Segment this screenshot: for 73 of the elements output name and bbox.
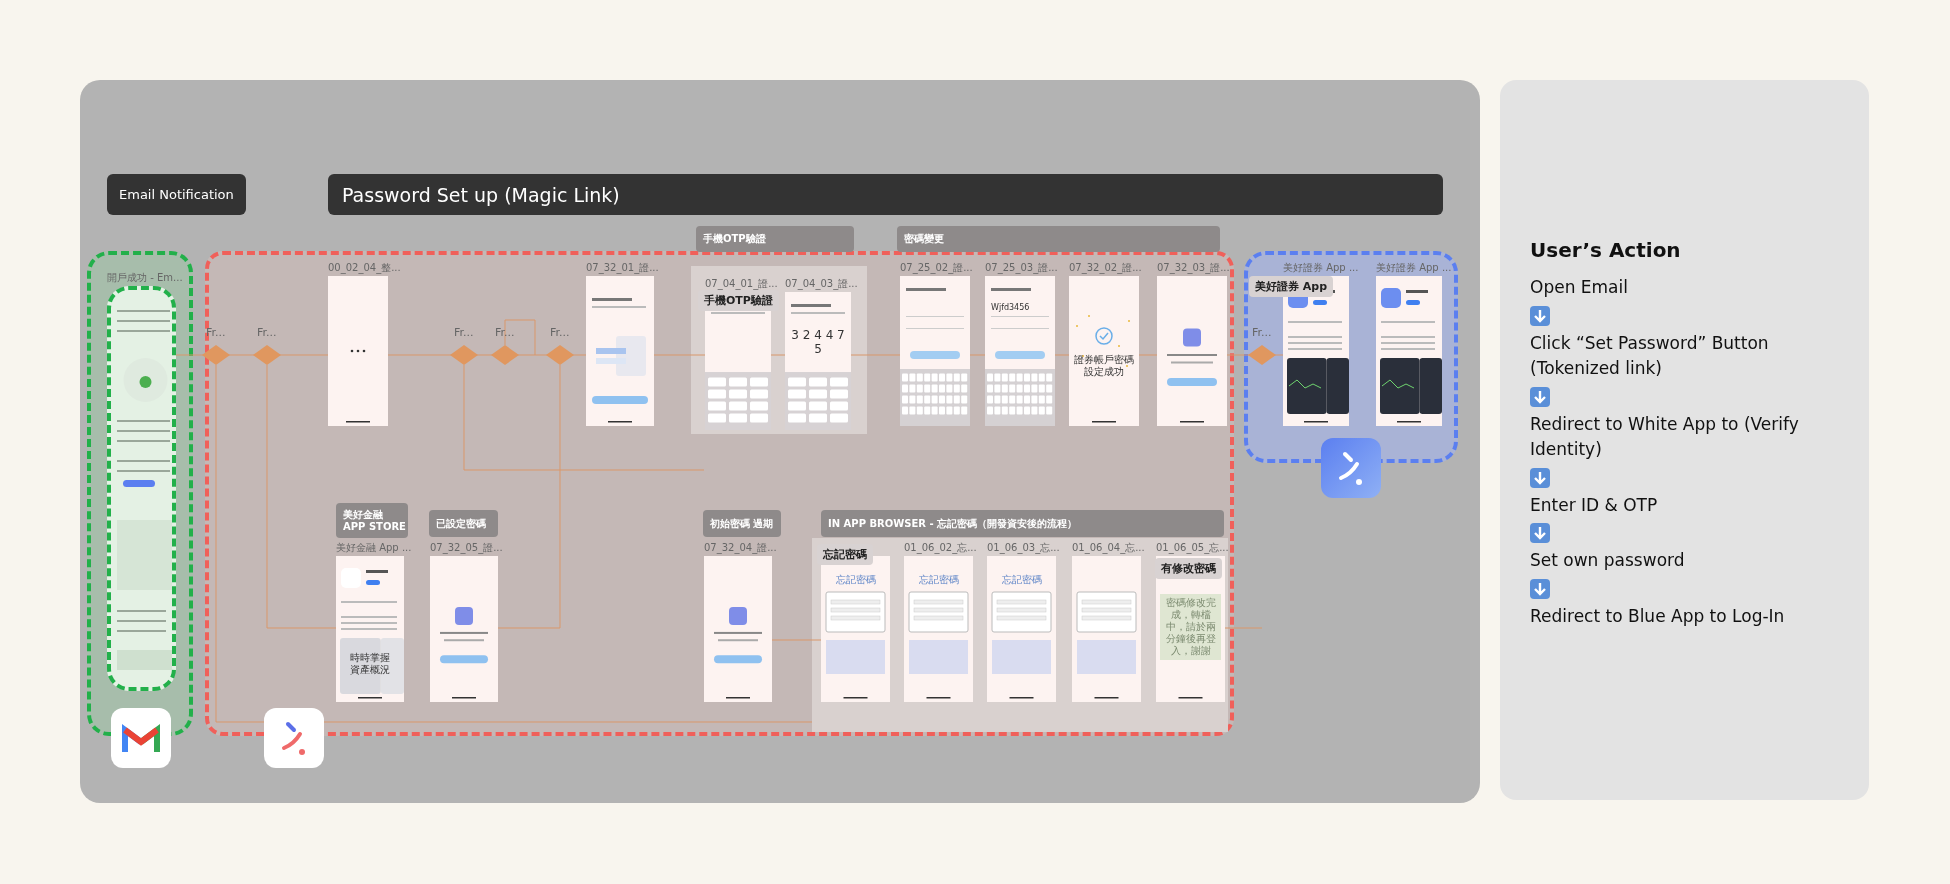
screen-text: 忘記密碼 — [835, 573, 876, 586]
frame-title: 01_06_04_忘... — [1072, 541, 1145, 555]
screen-text: Wjfd3456 — [991, 303, 1030, 313]
section-label: 密碼變更 — [897, 226, 1220, 252]
step-text: Enter ID & OTP — [1530, 493, 1658, 517]
frame-title: 07_32_02_證... — [1069, 261, 1142, 275]
connector-line — [770, 354, 786, 356]
connector-line — [653, 354, 706, 356]
step-text: Click “Set Password” Button (Tokenized link) — [1530, 331, 1770, 380]
screen-text: 密碼修改完成，轉檔中，請於兩分鐘後再登入，謝謝 — [1160, 593, 1221, 660]
app-icon — [1321, 438, 1381, 498]
connector-line — [1224, 627, 1263, 629]
decision-node — [491, 345, 519, 365]
frame-title: 07_32_01_證... — [586, 261, 659, 275]
screen-text: 忘記密碼 — [1001, 573, 1042, 586]
frame-title: 美好證券 App ... — [1283, 261, 1359, 275]
section-header: Password Set up (Magic Link) — [328, 174, 1443, 215]
frame-title: 07_25_03_證... — [985, 261, 1058, 275]
frame-title: 美好金融 App ... — [336, 541, 412, 555]
node-label: Fr... — [206, 326, 226, 339]
frame-badge: 美好證券 App — [1249, 276, 1334, 297]
down-arrow-icon — [1530, 467, 1550, 488]
decision-node — [546, 345, 574, 365]
connector-line — [969, 354, 986, 356]
frame-title: 07_04_01_證... — [705, 277, 778, 291]
down-arrow-icon — [1530, 523, 1550, 543]
screen-text: 設定成功 — [1084, 366, 1124, 378]
step-text: Open Email — [1530, 276, 1628, 299]
frame-title: 07_25_02_證... — [900, 261, 973, 275]
section-label: IN APP BROWSER - 忘記密碼（開發資安後的流程） — [821, 510, 1224, 537]
section-label: 已設定密碼 — [429, 510, 498, 537]
section-label: 初始密碼 過期 — [703, 510, 781, 537]
node-label: Fr... — [454, 326, 474, 339]
connector-line — [1138, 354, 1158, 356]
screen-text: 證券帳戶密碼 — [1074, 354, 1134, 366]
frame-title: 01_06_02_忘... — [904, 541, 977, 555]
frame-title: 00_02_04_整... — [328, 261, 401, 275]
decision-node — [1248, 345, 1276, 365]
section-label: 美好金融 APP STORE — [336, 503, 408, 538]
app-icon — [264, 708, 324, 768]
step-text: Redirect to Blue App to Log-In — [1530, 604, 1785, 628]
connector-line — [771, 639, 822, 641]
screen-text: 3 2 4 4 7 5 — [790, 327, 846, 357]
step-text: Redirect to White App to (Verify Identity) — [1530, 412, 1800, 461]
node-label: Fr... — [495, 326, 515, 339]
mail-app-icon — [111, 708, 171, 768]
section-label: 手機OTP驗證 — [696, 226, 854, 252]
connector-line — [1054, 354, 1070, 356]
node-label: Fr... — [550, 326, 570, 339]
section-header: Email Notification — [107, 174, 246, 215]
frame-title: 開戶成功 - Em... — [107, 271, 183, 285]
panel-title: User’s Action — [1530, 238, 1681, 262]
screen-text: 忘記密碼 — [918, 573, 959, 586]
decision-node — [202, 345, 230, 365]
decision-node — [253, 345, 281, 365]
screen-text: 時時掌握 — [350, 652, 390, 665]
decision-node — [450, 345, 478, 365]
frame-title: 07_04_03_證... — [785, 277, 858, 291]
step-text: Set own password — [1530, 549, 1685, 572]
frame-title: 01_06_05_忘... — [1156, 541, 1229, 555]
connector-line — [850, 354, 901, 356]
down-arrow-icon — [1530, 305, 1550, 326]
frame-title: 07_32_05_證... — [430, 541, 503, 555]
down-arrow-icon — [1530, 386, 1550, 407]
frame-badge: 有修改密碼 — [1155, 558, 1222, 579]
node-label: Fr... — [257, 326, 277, 339]
frame-title: 01_06_03_忘... — [987, 541, 1060, 555]
screen-text: 資產概況 — [350, 664, 390, 677]
frame-title: 07_32_03_證... — [1157, 261, 1230, 275]
frame-title: 美好證券 App ... — [1376, 261, 1452, 275]
node-label: Fr... — [1252, 326, 1272, 339]
down-arrow-icon — [1530, 578, 1550, 599]
frame-title: 07_32_04_證... — [704, 541, 777, 555]
